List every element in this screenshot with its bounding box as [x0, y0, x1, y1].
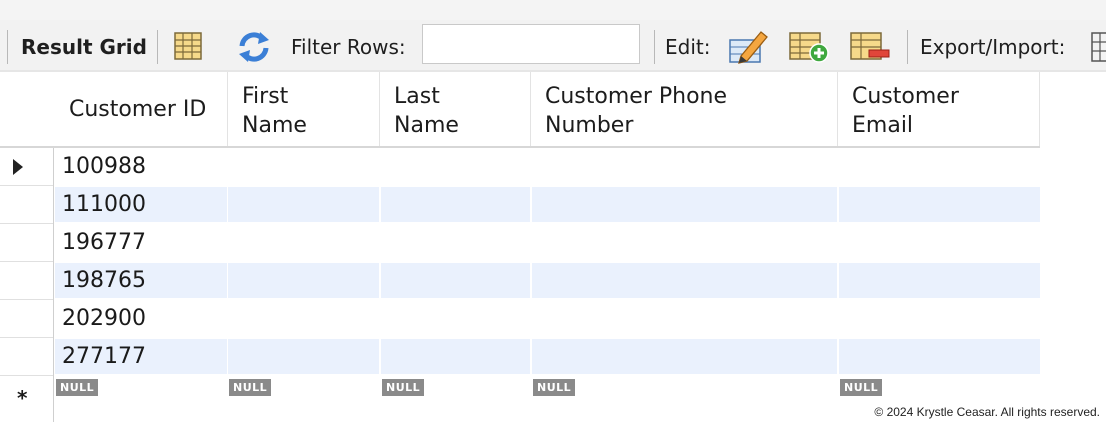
row-selector[interactable]	[0, 338, 53, 376]
add-row-icon[interactable]	[788, 30, 830, 64]
row-selector[interactable]	[0, 148, 53, 186]
table-row[interactable]: 202900	[55, 301, 1040, 339]
cell-customer-phone-number[interactable]	[532, 263, 837, 298]
cell-customer-phone-number[interactable]	[532, 149, 837, 184]
toolbar-separator	[907, 30, 908, 64]
table-row[interactable]: 100988	[55, 149, 1040, 187]
edit-label: Edit:	[665, 35, 711, 59]
row-selector[interactable]	[0, 262, 53, 300]
column-header-label: Last Name	[394, 84, 459, 138]
cell-customer-id[interactable]: 196777	[55, 225, 227, 260]
row-selector[interactable]	[0, 186, 53, 224]
cell-customer-id[interactable]: 111000	[55, 187, 227, 222]
cell-last-name[interactable]	[381, 187, 530, 222]
null-badge-customer-id[interactable]: NULL	[56, 379, 99, 396]
cell-customer-id[interactable]: 198765	[55, 263, 227, 298]
table-row[interactable]: 196777	[55, 225, 1040, 263]
cell-last-name[interactable]	[381, 339, 530, 374]
cell-customer-phone-number[interactable]	[532, 225, 837, 260]
delete-row-icon[interactable]	[849, 30, 891, 64]
cell-first-name[interactable]	[228, 149, 379, 184]
current-row-arrow-icon	[13, 159, 23, 175]
null-badge-first-name[interactable]: NULL	[229, 379, 272, 396]
new-row-marker: *	[17, 386, 28, 410]
filter-rows-label: Filter Rows:	[291, 35, 406, 59]
cell-customer-phone-number[interactable]	[532, 301, 837, 336]
null-badge-customer-email[interactable]: NULL	[840, 379, 883, 396]
filter-rows-input[interactable]	[422, 24, 640, 64]
toolbar-separator	[157, 30, 158, 64]
new-row-selector[interactable]: *	[0, 376, 53, 416]
cell-last-name[interactable]	[381, 149, 530, 184]
result-grid: * Customer ID First Name Last Name Custo…	[0, 72, 1106, 425]
table-row[interactable]: 111000	[55, 187, 1040, 225]
export-grid-icon[interactable]	[1090, 30, 1106, 64]
table-row[interactable]: 277177	[55, 339, 1040, 377]
cell-customer-email[interactable]	[839, 225, 1040, 260]
row-selector[interactable]	[0, 224, 53, 262]
column-header-label: Customer ID	[69, 96, 207, 122]
cell-customer-email[interactable]	[839, 263, 1040, 298]
row-selector[interactable]	[0, 300, 53, 338]
cell-last-name[interactable]	[381, 263, 530, 298]
result-toolbar: Result Grid Filter Rows: Edit: Export/Im…	[0, 0, 1106, 72]
column-header-customer-id[interactable]: Customer ID	[55, 72, 228, 146]
cell-first-name[interactable]	[228, 187, 379, 222]
column-header-row: Customer ID First Name Last Name Custome…	[0, 72, 1040, 148]
cell-customer-id[interactable]: 202900	[55, 301, 227, 336]
table-row[interactable]: 198765	[55, 263, 1040, 301]
export-import-label: Export/Import:	[920, 35, 1066, 59]
null-badge-customer-phone-number[interactable]: NULL	[533, 379, 576, 396]
cell-last-name[interactable]	[381, 301, 530, 336]
cell-customer-email[interactable]	[839, 301, 1040, 336]
toolbar-top-strip	[0, 0, 1106, 20]
column-header-customer-email[interactable]: Customer Email	[838, 72, 1040, 146]
edit-pencil-icon[interactable]	[727, 26, 769, 66]
column-header-label: Customer Phone Number	[545, 84, 728, 138]
toolbar-separator	[7, 30, 8, 64]
column-header-customer-phone-number[interactable]: Customer Phone Number	[531, 72, 838, 146]
cell-customer-id[interactable]: 100988	[55, 149, 227, 184]
column-header-label: First Name	[242, 84, 307, 138]
cell-customer-email[interactable]	[839, 339, 1040, 374]
column-header-label: Customer Email	[852, 84, 959, 138]
null-badge-last-name[interactable]: NULL	[382, 379, 425, 396]
cell-customer-phone-number[interactable]	[532, 187, 837, 222]
grid-view-icon[interactable]	[172, 30, 204, 62]
cell-first-name[interactable]	[228, 339, 379, 374]
column-header-first-name[interactable]: First Name	[228, 72, 380, 146]
cell-first-name[interactable]	[228, 301, 379, 336]
toolbar-separator	[654, 30, 655, 64]
cell-first-name[interactable]	[228, 263, 379, 298]
cell-customer-email[interactable]	[839, 187, 1040, 222]
column-header-last-name[interactable]: Last Name	[380, 72, 531, 146]
cell-customer-id[interactable]: 277177	[55, 339, 227, 374]
refresh-icon[interactable]	[236, 30, 272, 64]
cell-customer-email[interactable]	[839, 149, 1040, 184]
cell-first-name[interactable]	[228, 225, 379, 260]
cell-last-name[interactable]	[381, 225, 530, 260]
copyright-notice: © 2024 Krystle Ceasar. All rights reserv…	[874, 405, 1100, 419]
result-grid-tab[interactable]: Result Grid	[21, 35, 147, 59]
cell-customer-phone-number[interactable]	[532, 339, 837, 374]
